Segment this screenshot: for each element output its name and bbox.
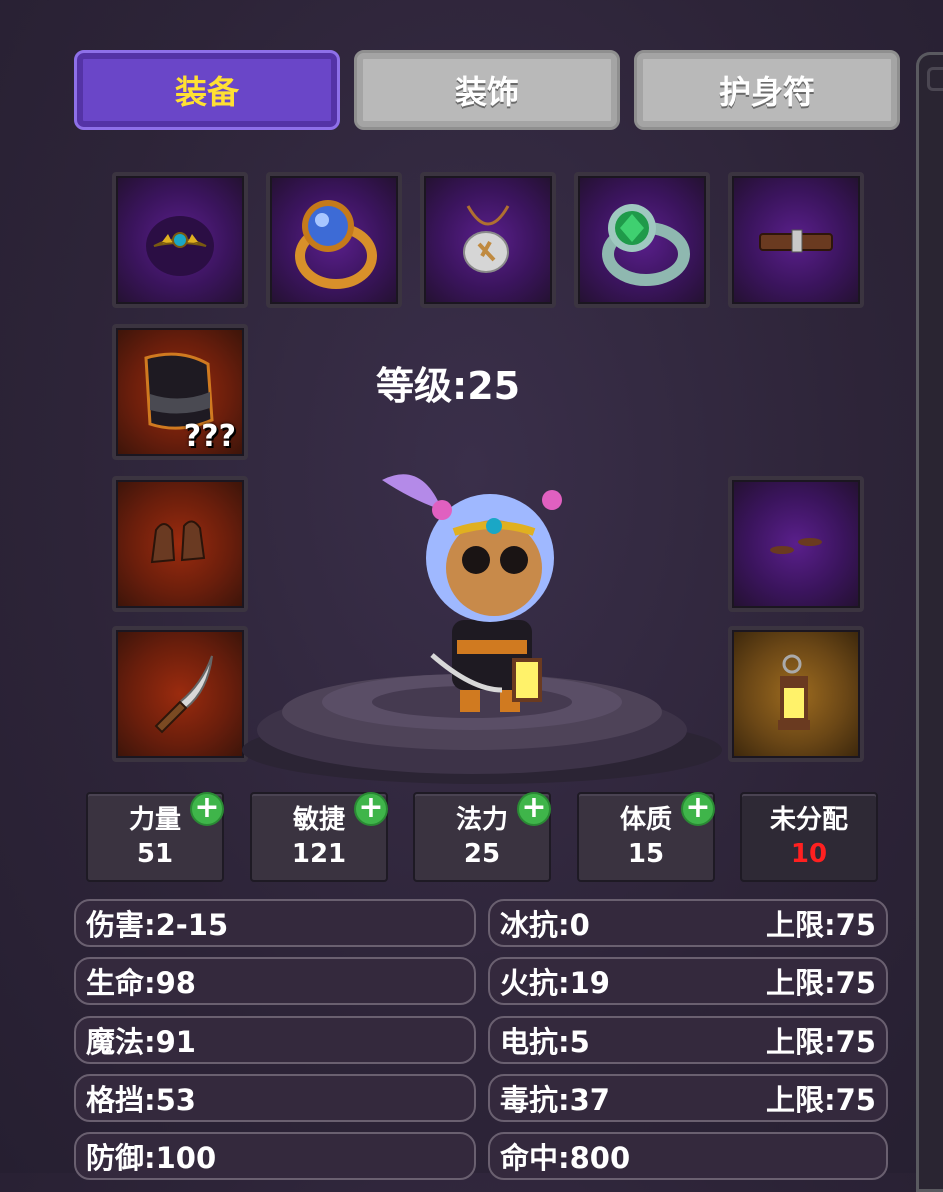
- resist-text: 毒抗:37: [500, 1083, 610, 1117]
- resist-limit: 上限:75: [766, 1025, 876, 1059]
- attribute-text: 防御:100: [86, 1141, 217, 1175]
- tab-equipment[interactable]: 装备: [74, 50, 340, 130]
- stat-label: 敏捷: [292, 805, 345, 835]
- attribute-health: 生命:98: [74, 957, 476, 1005]
- tiara-icon: [146, 216, 214, 276]
- stat-value: 15: [627, 839, 665, 869]
- talisman-necklace-icon: [463, 205, 510, 273]
- stat-constitution: 体质 15 +: [577, 792, 715, 882]
- belt-icon: [759, 229, 833, 253]
- attribute-text: 格挡:53: [86, 1083, 196, 1117]
- slot-necklace[interactable]: [420, 172, 556, 308]
- stat-label: 力量: [128, 805, 181, 835]
- resist-limit: 上限:75: [766, 966, 876, 1000]
- slot-weapon[interactable]: [112, 626, 248, 762]
- attribute-damage: 伤害:2-15: [74, 899, 476, 947]
- stat-label: 未分配: [769, 805, 848, 835]
- character-level: 等级:25: [376, 364, 521, 408]
- attribute-text: 伤害:2-15: [86, 908, 229, 942]
- gloves-icon: [770, 538, 822, 554]
- emerald-ring-icon: [602, 204, 690, 286]
- add-strength-button[interactable]: +: [190, 792, 224, 826]
- add-mana-button[interactable]: +: [517, 792, 551, 826]
- stat-value: 51: [136, 839, 174, 869]
- resist-limit: 上限:75: [766, 908, 876, 942]
- slot-offhand[interactable]: [728, 626, 864, 762]
- side-panel-edge: [916, 52, 943, 1192]
- unknown-item-label: ???: [183, 419, 236, 454]
- slot-ring-2[interactable]: [574, 172, 710, 308]
- character-display: [242, 474, 722, 784]
- resist-fire: 火抗:19 上限:75: [488, 957, 888, 1005]
- slot-ring-1[interactable]: [266, 172, 402, 308]
- resist-text: 火抗:19: [500, 966, 610, 1000]
- boots-icon: [150, 520, 206, 564]
- stat-mana: 法力 25 +: [413, 792, 551, 882]
- attribute-block: 格挡:53: [74, 1074, 476, 1122]
- attribute-text: 魔法:91: [86, 1025, 196, 1059]
- slot-belt[interactable]: [728, 172, 864, 308]
- resist-text: 电抗:5: [500, 1025, 590, 1059]
- lantern-icon: [778, 654, 810, 730]
- resist-poison: 毒抗:37 上限:75: [488, 1074, 888, 1122]
- sapphire-ring-icon: [295, 200, 377, 289]
- slot-boots[interactable]: [112, 476, 248, 612]
- attribute-text: 生命:98: [86, 966, 196, 1000]
- slot-gloves[interactable]: [728, 476, 864, 612]
- stat-value: 10: [790, 839, 828, 869]
- stat-value: 25: [463, 839, 501, 869]
- attribute-magic: 魔法:91: [74, 1016, 476, 1064]
- dagger-icon: [154, 655, 213, 734]
- stat-strength: 力量 51 +: [86, 792, 224, 882]
- stat-label: 体质: [619, 805, 672, 835]
- stat-label: 法力: [455, 805, 508, 835]
- resist-text: 命中:800: [500, 1141, 631, 1175]
- add-agility-button[interactable]: +: [354, 792, 388, 826]
- tab-amulet[interactable]: 护身符: [634, 50, 900, 130]
- resist-text: 冰抗:0: [500, 908, 590, 942]
- resist-limit: 上限:75: [766, 1083, 876, 1117]
- slot-armor[interactable]: ???: [112, 324, 248, 460]
- stat-unassigned: 未分配 10: [740, 792, 878, 882]
- tab-decoration[interactable]: 装饰: [354, 50, 620, 130]
- stat-value: 121: [291, 839, 347, 869]
- stat-agility: 敏捷 121 +: [250, 792, 388, 882]
- resist-ice: 冰抗:0 上限:75: [488, 899, 888, 947]
- add-constitution-button[interactable]: +: [681, 792, 715, 826]
- resist-lightning: 电抗:5 上限:75: [488, 1016, 888, 1064]
- slot-head-accessory[interactable]: [112, 172, 248, 308]
